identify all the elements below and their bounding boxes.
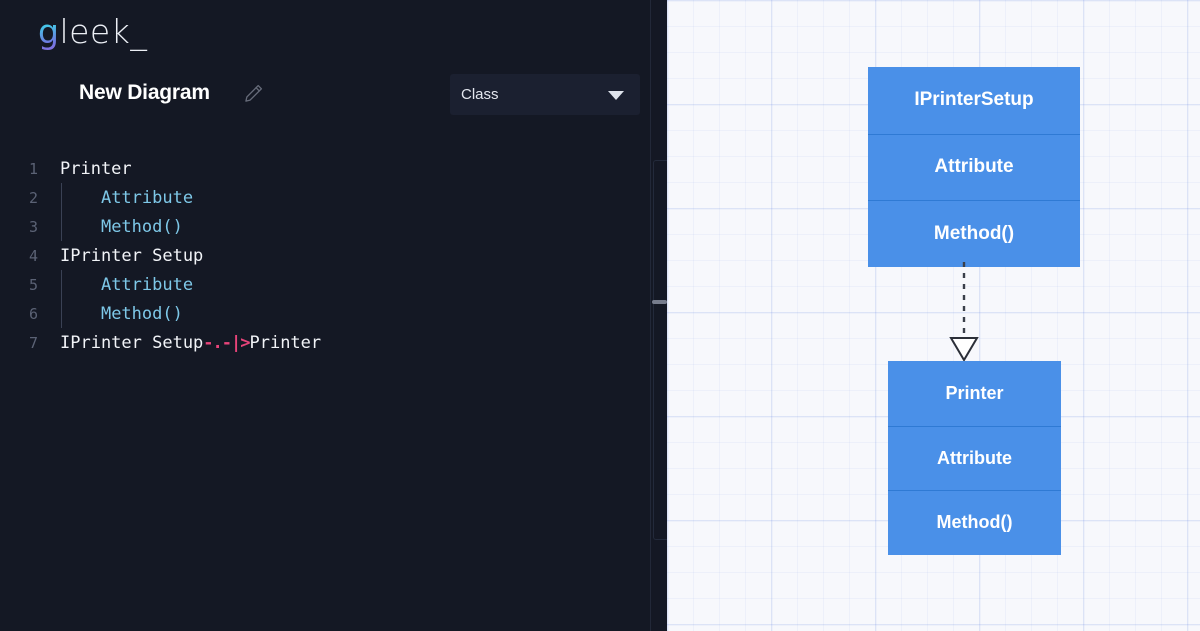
panel-splitter[interactable] — [650, 0, 667, 631]
code-line-text: IPrinter Setup-.-|>Printer — [60, 329, 650, 358]
code-line[interactable]: 7 IPrinter Setup-.-|>Printer — [0, 329, 650, 358]
member-text: Attribute — [100, 188, 194, 208]
code-line-text: Attribute — [60, 183, 650, 213]
code-line[interactable]: 6 Method() — [0, 299, 650, 329]
line-number: 7 — [28, 334, 38, 352]
diagram-type-select[interactable]: Class — [450, 74, 640, 115]
line-number: 3 — [28, 218, 38, 236]
relation-source: IPrinter Setup — [60, 333, 204, 353]
editor-panel: g leek_ New Diagram Class 1 Printer 2 Attri… — [0, 0, 667, 631]
indent-guide — [61, 212, 62, 241]
pencil-icon[interactable] — [241, 82, 265, 106]
diagram-canvas[interactable]: IPrinterSetup Attribute Method() Printer… — [667, 0, 1200, 631]
editor-header: New Diagram Class — [0, 74, 667, 126]
code-line[interactable]: 4 IPrinter Setup — [0, 242, 650, 271]
code-line-text: IPrinter Setup — [60, 242, 650, 271]
logo-wordmark: leek_ — [59, 12, 148, 51]
uml-class-attributes: Attribute — [888, 425, 1061, 491]
indent-guide — [61, 299, 62, 328]
logo-letter-g: g — [38, 12, 60, 51]
member-text: Method() — [100, 304, 183, 324]
code-line[interactable]: 1 Printer — [0, 155, 650, 184]
code-editor[interactable]: 1 Printer 2 Attribute 3 Method() 4 IPrinter S… — [0, 155, 650, 631]
splitter-track — [653, 160, 667, 540]
uml-class-name: IPrinterSetup — [914, 89, 1034, 111]
indent-guide — [61, 270, 62, 299]
code-line-text: Printer — [60, 155, 650, 184]
relation-target: Printer — [249, 333, 322, 353]
class-text: Printer — [60, 159, 132, 179]
code-line[interactable]: 5 Attribute — [0, 270, 650, 300]
diagram-type-value: Class — [461, 86, 499, 103]
uml-class-methods: Method() — [888, 490, 1061, 555]
code-line-text: Attribute — [60, 270, 650, 300]
uml-class-iprintersetup[interactable]: IPrinterSetup Attribute Method() — [868, 67, 1080, 267]
member-text: Attribute — [100, 275, 194, 295]
line-number: 2 — [28, 189, 38, 207]
member-text: Method() — [100, 217, 183, 237]
gleek-app: g leek_ New Diagram Class 1 Printer 2 Attri… — [0, 0, 1200, 631]
code-line[interactable]: 3 Method() — [0, 212, 650, 242]
code-line-text: Method() — [60, 299, 650, 329]
line-number: 6 — [28, 305, 38, 323]
uml-class-methods: Method() — [868, 200, 1080, 267]
code-line-text: Method() — [60, 212, 650, 242]
class-text: IPrinter Setup — [60, 246, 204, 266]
uml-class-printer[interactable]: Printer Attribute Method() — [888, 361, 1061, 555]
chevron-down-icon — [608, 91, 624, 100]
relation-operator: -.-|> — [203, 333, 250, 353]
uml-class-attributes: Attribute — [868, 133, 1080, 201]
line-number: 4 — [28, 247, 38, 265]
code-line[interactable]: 2 Attribute — [0, 183, 650, 213]
realization-edge[interactable] — [938, 262, 990, 362]
line-number: 1 — [28, 160, 38, 178]
uml-class-name: Printer — [945, 382, 1004, 403]
page-title[interactable]: New Diagram — [79, 78, 210, 108]
drag-handle-icon[interactable] — [652, 300, 667, 304]
gleek-logo[interactable]: g leek_ — [38, 12, 147, 51]
line-number: 5 — [28, 276, 38, 294]
indent-guide — [61, 183, 62, 212]
